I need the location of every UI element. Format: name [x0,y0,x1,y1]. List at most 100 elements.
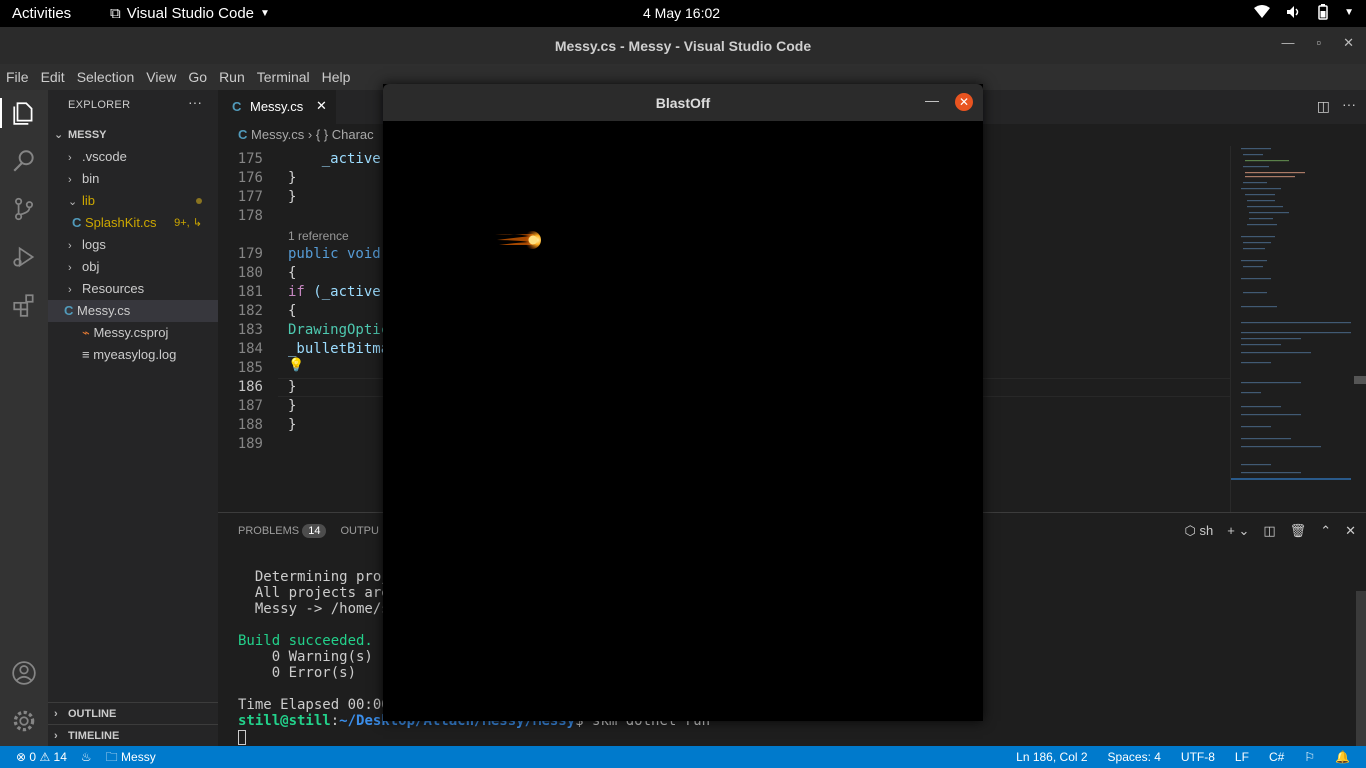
tree-file-splashkit[interactable]: C SplashKit.cs 9+, ↳ [48,212,218,234]
tree-folder-obj[interactable]: › obj [48,256,218,278]
tree-folder-resources[interactable]: › Resources [48,278,218,300]
editor-scrollbar[interactable] [1352,146,1366,512]
code-line: if (_active [288,284,381,300]
close-icon[interactable]: ✕ [316,98,327,114]
problems-status[interactable]: ⊗ 0 ⚠ 14 [16,746,67,768]
source-control-icon[interactable] [11,196,37,222]
tab-problems[interactable]: PROBLEMS 14 [238,524,327,538]
cursor-position[interactable]: Ln 186, Col 2 [1016,746,1087,768]
system-tray[interactable]: ▼ [1254,4,1354,20]
app-menu[interactable]: ⧉ Visual Studio Code ▼ [110,5,270,22]
tab-output[interactable]: OUTPU [340,525,379,537]
breadcrumb-symbol[interactable]: { } Charac [316,127,374,142]
tree-file-messy-cs[interactable]: C Messy.cs [48,300,218,322]
split-editor-icon[interactable]: ◫ [1317,98,1330,115]
warning-icon: ⚠ [39,750,51,764]
lightbulb-icon[interactable]: 💡 [288,358,304,373]
activity-bar [0,90,48,746]
volume-icon [1287,6,1299,18]
terminal-icon: ⬡ [1184,523,1196,538]
blastoff-title-bar[interactable]: BlastOff — ✕ [383,84,983,121]
menu-run[interactable]: Run [213,64,251,90]
breadcrumb-file[interactable]: Messy.cs [251,127,304,142]
encoding[interactable]: UTF-8 [1181,746,1215,768]
tab-messy-cs[interactable]: C Messy.cs ✕ [218,90,336,124]
account-icon[interactable] [11,660,37,686]
blastoff-window[interactable]: BlastOff — ✕ [383,84,983,721]
minimize-button[interactable]: — [925,92,939,108]
timeline-section[interactable]: › TIMELINE [48,724,218,746]
project-status[interactable]: 🗀 Messy [106,746,156,768]
chevron-down-icon: ⌄ [68,196,78,208]
maximize-panel-icon[interactable]: ⌃ [1320,523,1331,539]
active-indicator [0,98,2,128]
line-number: 181 [237,284,263,300]
run-debug-icon[interactable] [11,244,37,270]
rss-file-icon: ⌁ [82,325,90,340]
search-icon[interactable] [11,148,37,174]
minimap[interactable] [1230,146,1351,512]
terminal-cursor[interactable] [238,730,246,745]
modified-dot [196,198,202,204]
language-mode[interactable]: C# [1269,746,1284,768]
extensions-icon[interactable] [11,292,37,318]
line-number: 188 [237,417,263,433]
outline-section[interactable]: › OUTLINE [48,702,218,724]
flame-icon[interactable]: ♨ [81,746,92,768]
close-panel-icon[interactable]: ✕ [1345,523,1356,539]
menu-go[interactable]: Go [182,64,213,90]
project-folder[interactable]: ⌄ MESSY [48,124,218,146]
terminal-line: Build succeeded. [238,633,373,649]
bell-icon[interactable]: 🔔 [1335,746,1350,768]
menu-selection[interactable]: Selection [71,64,141,90]
line-number: 185 [237,360,263,376]
chevron-down-icon: ▼ [1344,6,1354,18]
chevron-right-icon: › [68,284,72,296]
code-line: } [288,379,297,395]
close-button[interactable]: ✕ [955,93,973,111]
line-number: 176 [237,170,263,186]
end-of-line[interactable]: LF [1235,746,1249,768]
tree-file-csproj[interactable]: ⌁ Messy.csproj [48,322,218,344]
explorer-sidebar: EXPLORER ··· ⌄ MESSY › .vscode › bin ⌄ lib C… [48,90,218,746]
clock[interactable]: 4 May 16:02 [643,5,720,21]
wifi-icon [1254,5,1271,18]
menu-edit[interactable]: Edit [35,64,71,90]
minimap-slider[interactable] [1231,478,1351,480]
tree-folder-lib[interactable]: ⌄ lib [48,190,218,212]
explorer-icon[interactable] [11,100,37,126]
terminal-line: Messy -> /home/s [238,601,390,617]
tree-file-log[interactable]: ≡ myeasylog.log [48,344,218,366]
tree-item-label: logs [82,237,106,252]
activities-button[interactable]: Activities [12,5,71,22]
feedback-icon[interactable]: ⚐ [1304,746,1315,768]
close-button[interactable]: ✕ [1343,35,1354,51]
more-actions-icon[interactable]: ··· [188,94,202,110]
terminal-line: Time Elapsed 00:00 [238,697,390,713]
menu-help[interactable]: Help [316,64,357,90]
tree-item-label: lib [82,193,96,208]
new-terminal-button[interactable]: + ⌄ [1227,523,1249,539]
tree-folder-logs[interactable]: › logs [48,234,218,256]
indentation[interactable]: Spaces: 4 [1108,746,1161,768]
terminal-shell-selector[interactable]: ⬡ sh [1185,523,1214,539]
warning-count: 14 [53,750,67,764]
sidebar-title: EXPLORER [68,99,131,111]
maximize-button[interactable]: ▫ [1316,35,1321,51]
tree-folder-bin[interactable]: › bin [48,168,218,190]
scrollbar-marker [1354,376,1366,384]
more-actions-icon[interactable]: ··· [1342,96,1356,112]
gear-icon[interactable] [11,708,37,734]
terminal-line: 0 Warning(s) [238,649,373,665]
codelens-references[interactable]: 1 reference [288,229,349,243]
menu-file[interactable]: File [0,64,35,90]
trash-icon[interactable]: 🗑 [1290,523,1307,539]
tree-folder-vscode[interactable]: › .vscode [48,146,218,168]
split-terminal-icon[interactable]: ◫ [1263,523,1275,539]
menu-terminal[interactable]: Terminal [251,64,316,90]
minimize-button[interactable]: — [1281,35,1294,51]
menu-view[interactable]: View [140,64,182,90]
terminal-scrollbar[interactable] [1356,591,1366,746]
tab-label: Messy.cs [250,99,304,114]
project-label: Messy [121,750,156,764]
